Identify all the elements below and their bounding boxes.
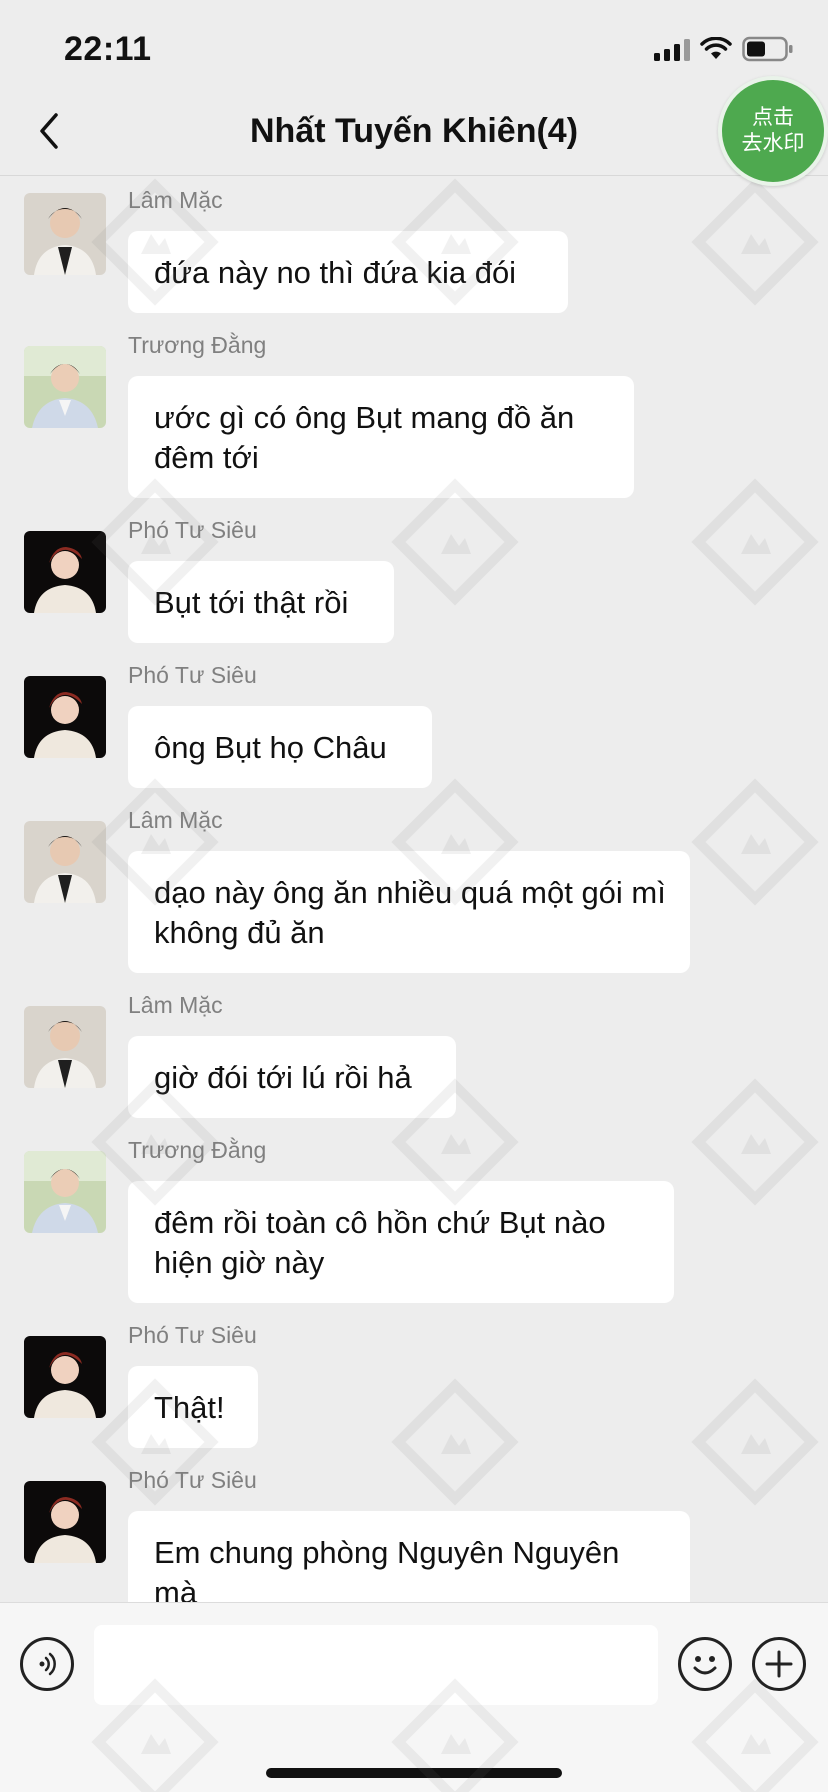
message-item: Phó Tư Siêu ông Bụt họ Châu [0,662,828,792]
sender-name: Phó Tư Siêu [128,662,257,688]
message-item: Trương Đằng đêm rồi toàn cô hồn chứ Bụt … [0,1137,828,1303]
message-bubble[interactable]: Bụt tới thật rồi [128,561,394,643]
message-bubble[interactable]: ông Bụt họ Châu [128,706,432,788]
message-item: Lâm Mặc dạo này ông ăn nhiều quá một gói… [0,807,828,973]
sender-name: Lâm Mặc [128,807,223,833]
remove-watermark-button[interactable]: 点击 去水印 [718,76,828,186]
cellular-signal-icon [654,37,690,61]
plus-button[interactable] [752,1637,806,1691]
voice-button[interactable] [20,1637,74,1691]
avatar-pho-tu-sieu[interactable] [24,1481,106,1563]
chat-input-bar [0,1602,828,1792]
sender-name: Trương Đằng [128,1137,267,1163]
avatar-pho-tu-sieu[interactable] [24,531,106,613]
message-item: Phó Tư Siêu Em chung phòng Nguyên Nguyên… [0,1467,828,1602]
avatar-lam-mac[interactable] [24,193,106,275]
message-item: Lâm Mặc giờ đói tới lú rồi hả [0,992,828,1122]
message-bubble[interactable]: ước gì có ông Bụt mang đồ ăn đêm tới [128,376,634,498]
emoji-icon [693,1656,717,1675]
status-bar: 22:11 [0,0,828,88]
battery-icon [742,36,793,62]
status-icons [654,34,794,64]
emoji-button[interactable] [678,1637,732,1691]
avatar-pho-tu-sieu[interactable] [24,1336,106,1418]
message-bubble[interactable]: Thật! [128,1366,258,1448]
avatar-lam-mac[interactable] [24,1006,106,1088]
sender-name: Trương Đằng [128,332,267,358]
message-bubble[interactable]: đứa này no thì đứa kia đói [128,231,568,313]
avatar-truong-dang[interactable] [24,1151,106,1233]
message-item: Phó Tư Siêu Bụt tới thật rồi [0,517,828,647]
avatar-pho-tu-sieu[interactable] [24,676,106,758]
wifi-icon [700,37,732,59]
status-time: 22:11 [64,30,152,68]
message-bubble[interactable]: đêm rồi toàn cô hồn chứ Bụt nào hiện giờ… [128,1181,674,1303]
message-bubble[interactable]: dạo này ông ăn nhiều quá một gói mì khôn… [128,851,690,973]
sender-name: Phó Tư Siêu [128,1322,257,1348]
message-bubble[interactable]: giờ đói tới lú rồi hả [128,1036,456,1118]
sender-name: Lâm Mặc [128,992,223,1018]
message-item: Trương Đằng ước gì có ông Bụt mang đồ ăn… [0,332,828,498]
sender-name: Lâm Mặc [128,187,223,213]
chat-header: Nhất Tuyến Khiên(4) [0,88,828,176]
sender-name: Phó Tư Siêu [128,1467,257,1493]
message-item: Phó Tư Siêu Thật! [0,1322,828,1452]
home-indicator[interactable] [266,1768,562,1778]
avatar-truong-dang[interactable] [24,346,106,428]
message-input[interactable] [94,1625,658,1705]
message-list[interactable]: Lâm Mặc đứa này no thì đứa kia đói Trươn… [0,177,828,1602]
chat-title: Nhất Tuyến Khiên(4) [249,112,579,150]
plus-icon [765,1650,793,1678]
message-bubble[interactable]: Em chung phòng Nguyên Nguyên mà [128,1511,690,1602]
voice-icon [39,1652,56,1676]
message-item: Lâm Mặc đứa này no thì đứa kia đói [0,187,828,317]
remove-watermark-line2: 去水印 [741,132,805,155]
sender-name: Phó Tư Siêu [128,517,257,543]
avatar-lam-mac[interactable] [24,821,106,903]
remove-watermark-line1: 点击 [752,106,794,129]
